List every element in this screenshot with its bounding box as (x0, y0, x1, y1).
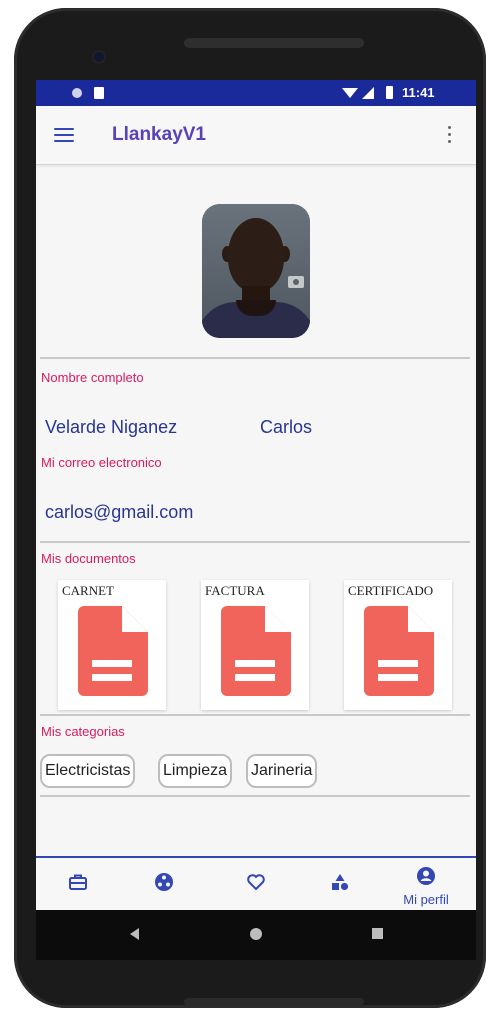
divider (40, 541, 470, 543)
signal-icon (362, 87, 374, 99)
document-title: CERTIFICADO (348, 583, 434, 598)
nav-item-mi-perfil[interactable]: Mi perfil (396, 858, 456, 912)
status-bar: 11:41 (36, 80, 476, 106)
file-document-icon (78, 606, 148, 696)
nav-item-network[interactable] (134, 858, 194, 912)
app-bar: LlankayV1 (36, 106, 476, 165)
nav-label-mi-perfil: Mi perfil (403, 892, 449, 907)
notification-dot-icon (72, 88, 82, 98)
email-label: Mi correo electronico (41, 455, 162, 470)
documents-label: Mis documentos (41, 551, 136, 566)
divider (40, 714, 470, 716)
sd-card-icon (94, 87, 104, 99)
battery-icon (386, 86, 393, 99)
file-document-icon (364, 606, 434, 696)
system-navigation-bar (36, 910, 476, 960)
divider (40, 795, 470, 797)
wifi-icon (342, 88, 358, 98)
file-document-icon (221, 606, 291, 696)
status-time: 11:41 (402, 85, 435, 100)
last-name-value: Velarde Niganez (45, 417, 178, 437)
first-name-value: Carlos (260, 417, 313, 437)
document-card-factura[interactable]: FACTURA (201, 580, 309, 710)
nav-item-favorites[interactable] (226, 858, 286, 912)
camera-icon[interactable] (288, 276, 304, 288)
divider (40, 357, 470, 359)
more-vert-icon[interactable] (448, 126, 452, 144)
hamburger-menu-icon[interactable] (54, 128, 74, 142)
profile-photo[interactable] (202, 204, 310, 338)
briefcase-icon (69, 874, 87, 890)
document-card-carnet[interactable]: CARNET (58, 580, 166, 710)
document-title: CARNET (62, 583, 114, 598)
bottom-speaker (184, 998, 364, 1006)
categories-label: Mis categorias (41, 724, 125, 739)
network-icon (155, 873, 173, 891)
account-circle-icon (417, 867, 435, 885)
nav-item-shapes[interactable] (310, 858, 370, 912)
document-title: FACTURA (205, 583, 265, 598)
recents-icon[interactable] (372, 928, 383, 939)
front-camera (94, 52, 104, 62)
email-value: carlos@gmail.com (45, 502, 194, 522)
name-label: Nombre completo (41, 370, 144, 385)
document-card-certificado[interactable]: CERTIFICADO (344, 580, 452, 710)
heart-icon (247, 874, 265, 890)
screen: 11:41 LlankayV1 Nombre completo Velarde … (36, 80, 476, 960)
category-chip[interactable]: Limpieza (158, 754, 233, 788)
app-title: LlankayV1 (112, 124, 206, 145)
shapes-icon (332, 874, 349, 891)
home-icon[interactable] (250, 928, 262, 940)
nav-item-briefcase[interactable] (48, 858, 108, 912)
category-chip[interactable]: Jarineria (246, 754, 318, 788)
earpiece-speaker (184, 38, 364, 48)
category-chip[interactable]: Electricistas (40, 754, 136, 788)
back-icon[interactable] (130, 928, 139, 940)
bottom-navigation: Mi perfil (36, 856, 476, 912)
